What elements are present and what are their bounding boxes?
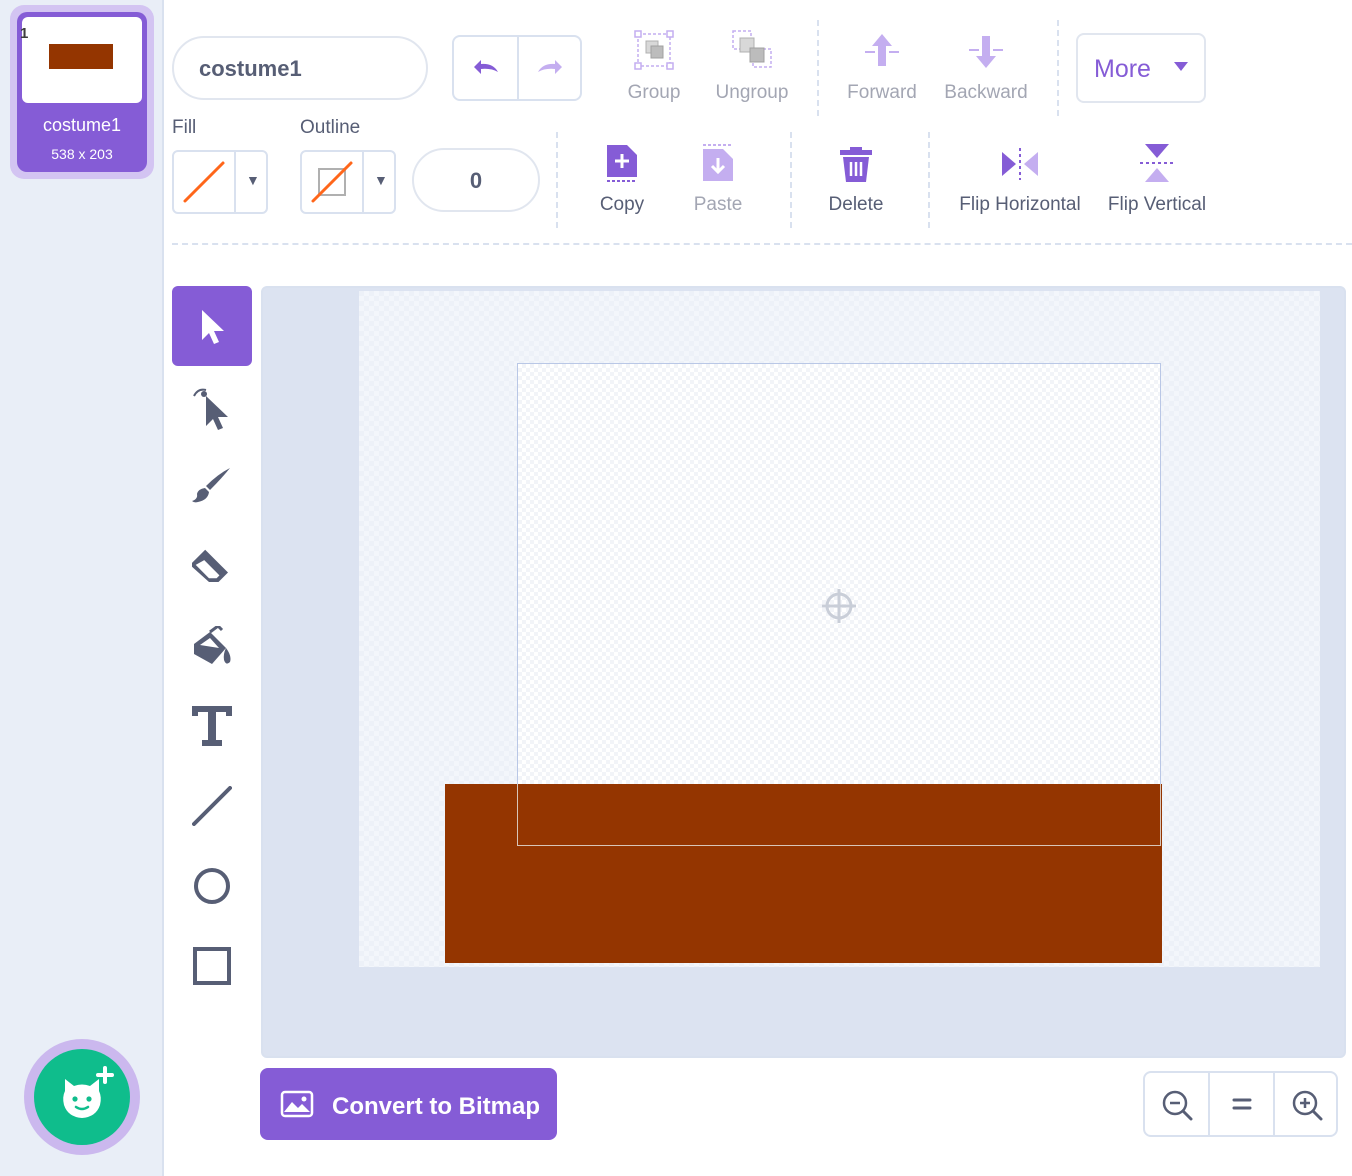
no-fill-swatch-icon [183, 161, 225, 203]
flip-vertical-icon [1140, 144, 1174, 182]
rectangle-icon [193, 947, 231, 985]
costume-tile-name: costume1 [42, 115, 122, 135]
forward-label: Forward [847, 82, 917, 103]
thumbnail-brick-shape [49, 44, 113, 69]
reshape-tool[interactable] [172, 366, 252, 446]
stage-bounds-box [517, 363, 1161, 846]
add-costume-button[interactable] [34, 1049, 130, 1145]
costume-tile-selected[interactable]: costume1 538 x 203 1 [10, 5, 154, 179]
zoom-out-icon [1162, 1090, 1193, 1121]
flip-vertical-label: Flip Vertical [1107, 194, 1207, 215]
arrow-cursor-icon [202, 310, 224, 344]
costume-tile-body[interactable]: costume1 538 x 203 [17, 12, 147, 172]
forward-button[interactable]: Forward [840, 28, 924, 108]
delete-label: Delete [828, 194, 884, 215]
more-caret-icon [1174, 62, 1188, 71]
outline-picker-divider [362, 152, 364, 212]
ungroup-label: Ungroup [715, 82, 789, 103]
paste-button[interactable]: Paste [682, 140, 754, 220]
redo-icon [538, 60, 562, 74]
add-costume-button-ring [24, 1039, 140, 1155]
outline-width-input[interactable]: 0 [412, 148, 540, 212]
circle-icon [194, 868, 230, 904]
undo-icon [474, 60, 498, 74]
convert-to-bitmap-button[interactable]: Convert to Bitmap [260, 1068, 557, 1140]
flip-horizontal-icon [1002, 148, 1038, 180]
brush-icon [192, 468, 230, 503]
copy-label: Copy [599, 194, 645, 215]
fill-tool[interactable] [172, 606, 252, 686]
toolbar-separator [1057, 20, 1059, 116]
flip-horizontal-button[interactable]: Flip Horizontal [952, 140, 1088, 220]
fill-picker-divider [234, 152, 236, 212]
group-button[interactable]: Group [614, 28, 694, 108]
fill-label: Fill [172, 117, 197, 138]
line-icon [192, 786, 232, 826]
cat-add-icon [63, 1066, 114, 1118]
zoom-reset-icon [1232, 1098, 1252, 1110]
reshape-cursor-icon [193, 388, 228, 430]
costume-name-value: costume1 [199, 56, 302, 81]
convert-to-bitmap-label: Convert to Bitmap [332, 1093, 541, 1120]
paint-canvas-frame[interactable] [261, 286, 1346, 1058]
bitmap-image-icon [280, 1090, 314, 1118]
flip-vertical-button[interactable]: Flip Vertical [1102, 140, 1212, 220]
outline-label: Outline [300, 117, 361, 138]
group-icon [634, 30, 674, 70]
costume-tile-size: 538 x 203 [51, 146, 113, 162]
brush-tool[interactable] [172, 446, 252, 526]
flip-horizontal-label: Flip Horizontal [959, 194, 1081, 215]
stage-bounds-overlay [517, 784, 1161, 846]
toolbar-separator [817, 20, 819, 116]
zoom-out-button[interactable] [1145, 1073, 1208, 1135]
forward-arrow-icon [865, 34, 899, 66]
paste-label: Paste [693, 194, 743, 215]
zoom-reset-button[interactable] [1210, 1073, 1273, 1135]
paste-icon [703, 144, 733, 181]
outline-color-picker[interactable]: ▼ [300, 150, 396, 214]
undo-button[interactable] [454, 37, 517, 99]
more-label: More [1094, 55, 1151, 83]
group-label: Group [627, 82, 681, 103]
trash-icon [840, 147, 872, 182]
delete-button[interactable]: Delete [816, 140, 896, 220]
copy-button[interactable]: Copy [584, 140, 660, 220]
costume-name-input[interactable]: costume1 [172, 36, 428, 100]
paint-bucket-icon [194, 626, 231, 664]
ungroup-icon [732, 30, 772, 68]
fill-color-picker[interactable]: ▼ [172, 150, 268, 214]
more-button[interactable]: More [1076, 33, 1206, 103]
toolbar-separator [928, 132, 930, 228]
backward-arrow-icon [969, 36, 1003, 68]
toolbar-separator [790, 132, 792, 228]
costume-sidebar: costume1 538 x 203 1 [0, 0, 164, 1176]
ungroup-button[interactable]: Ungroup [708, 28, 796, 108]
zoom-in-button[interactable] [1275, 1073, 1336, 1135]
fill-dropdown-arrow-icon: ▼ [246, 172, 260, 188]
no-outline-swatch-icon [311, 161, 353, 203]
circle-tool[interactable] [172, 846, 252, 926]
crosshair-icon [822, 589, 856, 623]
costume-index-number: 1 [20, 25, 29, 42]
costume-thumbnail [22, 17, 142, 103]
backward-button[interactable]: Backward [940, 28, 1032, 108]
outline-dropdown-arrow-icon: ▼ [374, 172, 388, 188]
toolbar-separator [556, 132, 558, 228]
line-tool[interactable] [172, 766, 252, 846]
zoom-in-icon [1292, 1090, 1323, 1121]
select-tool[interactable] [172, 286, 252, 366]
undo-redo-group [452, 35, 582, 101]
rectangle-tool[interactable] [172, 926, 252, 1006]
redo-button[interactable] [519, 37, 580, 99]
backward-label: Backward [944, 82, 1028, 103]
text-t-icon [192, 706, 232, 746]
copy-icon [607, 145, 637, 182]
outline-width-value: 0 [469, 168, 483, 193]
eraser-icon [192, 549, 229, 583]
zoom-controls [1143, 1071, 1338, 1137]
toolbar-bottom-separator [172, 243, 1352, 245]
eraser-tool[interactable] [172, 526, 252, 606]
text-tool[interactable] [172, 686, 252, 766]
